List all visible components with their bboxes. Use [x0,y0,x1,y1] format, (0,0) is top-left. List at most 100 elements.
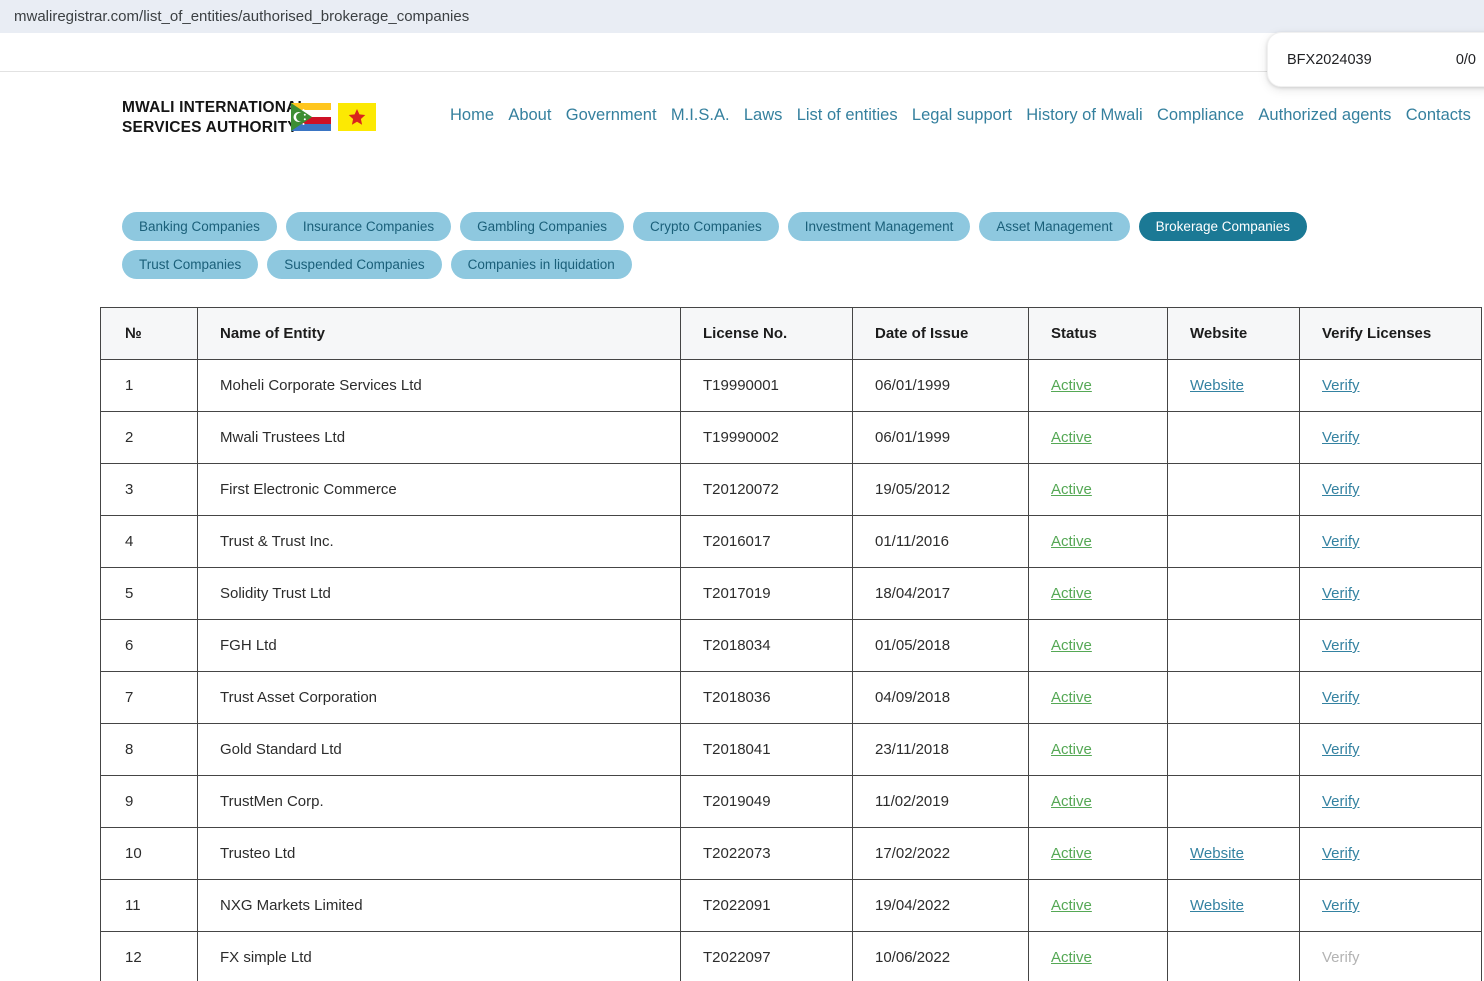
entity-name: Moheli Corporate Services Ltd [198,360,681,412]
status-link[interactable]: Active [1051,845,1092,862]
nav-item-compliance[interactable]: Compliance [1157,106,1244,125]
nav-item-about[interactable]: About [508,106,551,125]
row-number: 11 [101,880,198,932]
filter-pill-insurance-companies[interactable]: Insurance Companies [286,212,451,241]
verify-link[interactable]: Verify [1322,481,1360,498]
filter-pill-banking-companies[interactable]: Banking Companies [122,212,277,241]
header-divider [0,33,1484,72]
nav-item-authorized-agents[interactable]: Authorized agents [1258,106,1391,125]
date-of-issue: 10/06/2022 [853,932,1029,981]
status-cell: Active [1029,672,1168,724]
row-number: 10 [101,828,198,880]
status-link[interactable]: Active [1051,533,1092,550]
status-link[interactable]: Active [1051,949,1092,966]
status-link[interactable]: Active [1051,481,1092,498]
entities-table: №Name of EntityLicense No.Date of IssueS… [100,307,1482,981]
entity-name: Solidity Trust Ltd [198,568,681,620]
verify-link[interactable]: Verify [1322,377,1360,394]
row-number: 1 [101,360,198,412]
status-cell: Active [1029,828,1168,880]
row-number: 6 [101,620,198,672]
website-cell: Website [1168,828,1300,880]
status-link[interactable]: Active [1051,741,1092,758]
website-link[interactable]: Website [1190,377,1244,394]
date-of-issue: 01/11/2016 [853,516,1029,568]
status-cell: Active [1029,360,1168,412]
verify-link[interactable]: Verify [1322,897,1360,914]
verify-link[interactable]: Verify [1322,689,1360,706]
status-link[interactable]: Active [1051,689,1092,706]
website-cell [1168,932,1300,981]
column-header-name-of-entity: Name of Entity [198,308,681,360]
verify-link[interactable]: Verify [1322,793,1360,810]
verify-cell: Verify [1300,516,1482,568]
entity-name: FGH Ltd [198,620,681,672]
table-row: 2Mwali Trustees LtdT1999000206/01/1999Ac… [101,412,1482,464]
website-link[interactable]: Website [1190,845,1244,862]
browser-url-bar[interactable]: mwaliregistrar.com/list_of_entities/auth… [0,0,1484,33]
verify-link[interactable]: Verify [1322,845,1360,862]
verify-cell: Verify [1300,464,1482,516]
status-link[interactable]: Active [1051,793,1092,810]
filter-pill-companies-in-liquidation[interactable]: Companies in liquidation [451,250,632,279]
row-number: 5 [101,568,198,620]
entities-table-body: 1Moheli Corporate Services LtdT199900010… [101,360,1482,981]
find-in-page-box[interactable]: BFX2024039 0/0 [1267,32,1484,87]
nav-item-home[interactable]: Home [450,106,494,125]
entity-name: Trust & Trust Inc. [198,516,681,568]
column-header-website: Website [1168,308,1300,360]
date-of-issue: 18/04/2017 [853,568,1029,620]
verify-cell: Verify [1300,620,1482,672]
status-link[interactable]: Active [1051,377,1092,394]
date-of-issue: 06/01/1999 [853,412,1029,464]
mwali-flag-icon [338,103,376,131]
verify-cell: Verify [1300,360,1482,412]
license-number: T2018034 [681,620,853,672]
nav-item-laws[interactable]: Laws [744,106,783,125]
status-cell: Active [1029,620,1168,672]
filter-pill-gambling-companies[interactable]: Gambling Companies [460,212,624,241]
entity-name: Trusteo Ltd [198,828,681,880]
table-row: 8Gold Standard LtdT201804123/11/2018Acti… [101,724,1482,776]
nav-item-history-of-mwali[interactable]: History of Mwali [1026,106,1142,125]
verify-cell: Verify [1300,568,1482,620]
filter-pill-trust-companies[interactable]: Trust Companies [122,250,258,279]
verify-link-disabled: Verify [1322,949,1360,966]
filter-pill-crypto-companies[interactable]: Crypto Companies [633,212,779,241]
table-row: 3First Electronic CommerceT2012007219/05… [101,464,1482,516]
nav-item-contacts[interactable]: Contacts [1406,106,1471,125]
date-of-issue: 19/04/2022 [853,880,1029,932]
status-link[interactable]: Active [1051,585,1092,602]
page-url: mwaliregistrar.com/list_of_entities/auth… [14,8,469,25]
website-link[interactable]: Website [1190,897,1244,914]
filter-pill-investment-management[interactable]: Investment Management [788,212,971,241]
verify-link[interactable]: Verify [1322,429,1360,446]
verify-link[interactable]: Verify [1322,637,1360,654]
date-of-issue: 19/05/2012 [853,464,1029,516]
website-cell [1168,776,1300,828]
table-row: 1Moheli Corporate Services LtdT199900010… [101,360,1482,412]
filter-pill-brokerage-companies[interactable]: Brokerage Companies [1139,212,1307,241]
verify-cell: Verify [1300,880,1482,932]
verify-link[interactable]: Verify [1322,585,1360,602]
filter-pill-suspended-companies[interactable]: Suspended Companies [267,250,441,279]
entities-table-head: №Name of EntityLicense No.Date of IssueS… [101,308,1482,360]
website-cell: Website [1168,880,1300,932]
nav-item-m-i-s-a[interactable]: M.I.S.A. [671,106,730,125]
status-link[interactable]: Active [1051,429,1092,446]
verify-link[interactable]: Verify [1322,533,1360,550]
nav-item-legal-support[interactable]: Legal support [912,106,1012,125]
license-number: T2017019 [681,568,853,620]
nav-item-list-of-entities[interactable]: List of entities [797,106,898,125]
entity-name: TrustMen Corp. [198,776,681,828]
verify-link[interactable]: Verify [1322,741,1360,758]
filter-pill-asset-management[interactable]: Asset Management [979,212,1129,241]
verify-cell: Verify [1300,776,1482,828]
nav-item-government[interactable]: Government [566,106,657,125]
find-query-text[interactable]: BFX2024039 [1287,52,1372,68]
website-cell [1168,568,1300,620]
status-link[interactable]: Active [1051,897,1092,914]
entity-name: Mwali Trustees Ltd [198,412,681,464]
status-link[interactable]: Active [1051,637,1092,654]
verify-cell: Verify [1300,828,1482,880]
